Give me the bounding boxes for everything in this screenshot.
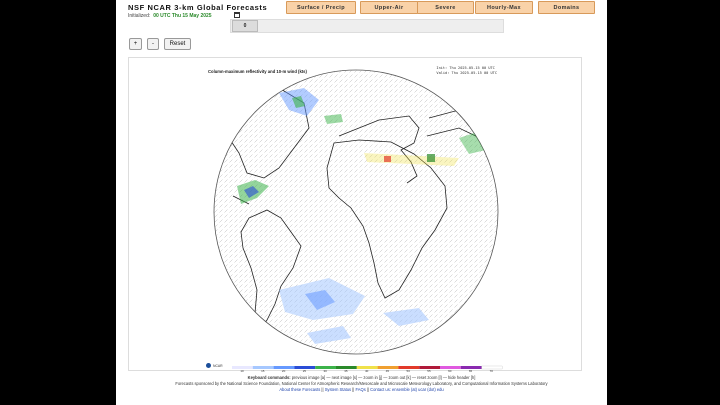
link-system-status[interactable]: System Status: [325, 387, 351, 392]
colorbar-label: 10: [240, 369, 244, 373]
page-title: NSF NCAR 3-km Global Forecasts: [128, 3, 268, 12]
initialized-value: 00 UTC Thu 15 May 2025: [153, 13, 212, 19]
colorbar-label: 40: [365, 369, 369, 373]
plot-valid-info: Init: Thu 2025-05-15 00 UTC Valid: Thu 2…: [436, 66, 497, 76]
plot-valid-line: Valid: Thu 2025-05-15 00 UTC: [436, 70, 497, 75]
colorbar-label: 30: [323, 369, 327, 373]
forecast-image[interactable]: Column-maximum reflectivity and 10-m win…: [128, 57, 582, 373]
page: NSF NCAR 3-km Global Forecasts Initializ…: [116, 0, 607, 405]
zoom-out-button[interactable]: -: [147, 38, 159, 50]
ncar-logo: NCAR: [206, 363, 223, 368]
initialized-row: Initialized: 00 UTC Thu 15 May 2025: [128, 13, 212, 19]
link-faqs[interactable]: FAQs: [356, 387, 366, 392]
colorbar-label: 55: [427, 369, 431, 373]
colorbar-label: 35: [344, 369, 348, 373]
colorbar-label: 70: [489, 369, 493, 373]
forecast-hour-slider[interactable]: 0: [230, 19, 504, 33]
sponsor-text: Forecasts sponsored by the National Scie…: [175, 381, 548, 386]
tab-domains[interactable]: Domains: [538, 1, 595, 14]
plot-title: Column-maximum reflectivity and 10-m win…: [208, 69, 307, 74]
keyboard-commands-label: Keyboard commands:: [247, 375, 291, 380]
link-about[interactable]: About these Forecasts: [279, 387, 320, 392]
initialized-label: Initialized:: [128, 13, 151, 19]
keyboard-commands: Keyboard commands: previous image [a] — …: [116, 375, 607, 380]
colorbar-label: 60: [448, 369, 452, 373]
tab-hourly-max[interactable]: Hourly-Max: [475, 1, 533, 14]
colorbar-label: 15: [261, 369, 265, 373]
reset-zoom-button[interactable]: Reset: [164, 38, 191, 50]
colorbar-label: 65: [468, 369, 473, 373]
link-contact[interactable]: Contact us: ensemble (at) ucar (dot) edu: [370, 387, 444, 392]
colorbar-label: 50: [406, 369, 410, 373]
ncar-logo-icon: [206, 363, 211, 368]
colorbar-label: 45: [385, 369, 390, 373]
colorbar-label: 25: [302, 369, 307, 373]
tab-surface-precip[interactable]: Surface / Precip: [286, 1, 356, 14]
globe-map: [213, 69, 503, 370]
ncar-logo-text: NCAR: [213, 363, 223, 368]
footer-links: About these Forecasts || System Status |…: [116, 387, 607, 392]
tab-severe[interactable]: Severe: [417, 1, 474, 14]
slider-thumb[interactable]: 0: [232, 20, 258, 32]
keyboard-commands-text: previous image [a] — next image [s] — zo…: [290, 375, 476, 380]
tab-upper-air[interactable]: Upper-Air: [360, 1, 418, 14]
zoom-in-button[interactable]: +: [129, 38, 142, 50]
calendar-icon[interactable]: [234, 12, 240, 18]
wind-barbs: [214, 70, 498, 354]
colorbar-label: 20: [281, 369, 286, 373]
